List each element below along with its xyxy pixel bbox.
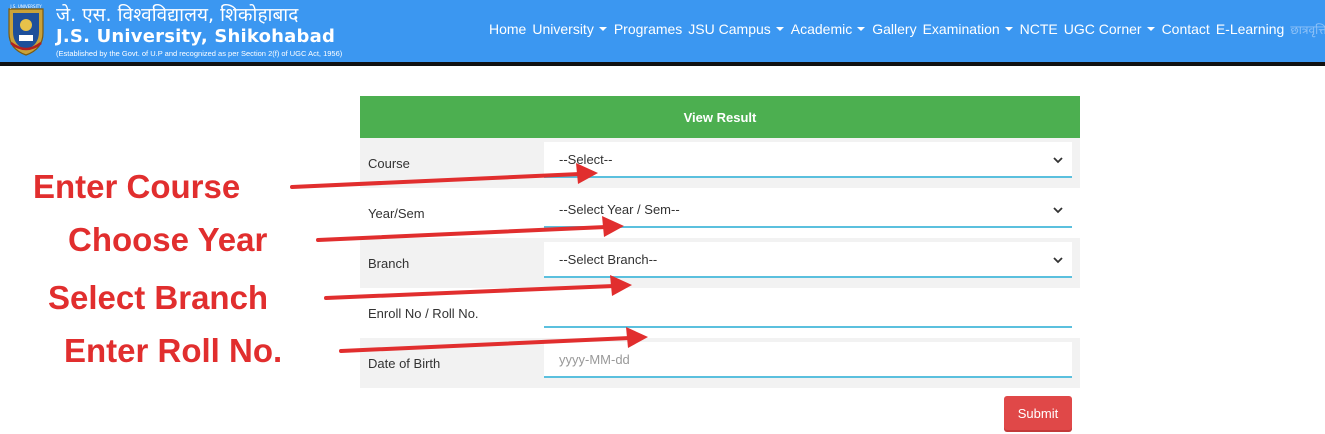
enroll-label: Enroll No / Roll No. (368, 305, 479, 321)
branch-select[interactable]: --Select Branch-- (544, 242, 1072, 278)
brand-english-name: J.S. University, Shikohabad (56, 26, 336, 47)
branch-row: Branch --Select Branch-- (360, 238, 1080, 288)
course-select[interactable]: --Select-- (544, 142, 1072, 178)
caret-down-icon (857, 27, 866, 31)
nav-university[interactable]: University (532, 21, 607, 37)
nav-home[interactable]: Home (489, 21, 526, 37)
year-sem-label: Year/Sem (368, 205, 425, 221)
chevron-down-icon (1053, 157, 1063, 164)
chevron-down-icon (1053, 257, 1063, 264)
svg-text:J.S. UNIVERSITY: J.S. UNIVERSITY (9, 4, 42, 9)
caret-down-icon (1146, 27, 1155, 31)
annotation-choose-year: Choose Year (68, 221, 268, 258)
dob-row: Date of Birth yyyy-MM-dd (360, 338, 1080, 388)
nav-programes[interactable]: Programes (614, 21, 682, 37)
nav-jsu-campus[interactable]: JSU Campus (688, 21, 784, 37)
nav-examination[interactable]: Examination (923, 21, 1014, 37)
nav-ncte[interactable]: NCTE (1020, 21, 1058, 37)
nav-contact[interactable]: Contact (1162, 21, 1210, 37)
caret-down-icon (775, 27, 784, 31)
main-navigation: Home University Programes JSU Campus Aca… (489, 19, 1325, 39)
view-result-form: View Result Course --Select-- Year/Sem -… (360, 96, 1080, 388)
header-divider (0, 62, 1325, 66)
enroll-row: Enroll No / Roll No. (360, 288, 1080, 338)
nav-scholarship[interactable]: छात्रवृत्ति (1290, 21, 1325, 38)
enroll-input[interactable] (544, 292, 1072, 328)
annotation-select-branch: Select Branch (48, 279, 269, 316)
caret-down-icon (598, 27, 607, 31)
chevron-down-icon (1053, 207, 1063, 214)
nav-gallery[interactable]: Gallery (872, 21, 916, 37)
nav-ugc-corner[interactable]: UGC Corner (1064, 21, 1156, 37)
submit-button[interactable]: Submit (1004, 396, 1072, 430)
brand-established-note: (Established by the Govt. of U.P and rec… (56, 49, 343, 58)
nav-e-learning[interactable]: E-Learning (1216, 21, 1285, 37)
form-title: View Result (360, 96, 1080, 138)
annotation-enter-roll: Enter Roll No. (64, 332, 283, 369)
brand-hindi-name: जे. एस. विश्वविद्यालय, शिकोहाबाद (56, 4, 299, 26)
caret-down-icon (1004, 27, 1013, 31)
annotation-enter-course: Enter Course (33, 168, 241, 205)
course-row: Course --Select-- (360, 138, 1080, 188)
dob-label: Date of Birth (368, 355, 441, 371)
dob-input[interactable]: yyyy-MM-dd (544, 342, 1072, 378)
course-label: Course (368, 155, 410, 171)
site-header: J.S. UNIVERSITY जे. एस. विश्वविद्यालय, श… (0, 0, 1325, 62)
year-sem-select[interactable]: --Select Year / Sem-- (544, 192, 1072, 228)
university-logo[interactable]: J.S. UNIVERSITY (5, 3, 47, 57)
branch-label: Branch (368, 255, 410, 271)
year-sem-row: Year/Sem --Select Year / Sem-- (360, 188, 1080, 238)
nav-academic[interactable]: Academic (791, 21, 866, 37)
